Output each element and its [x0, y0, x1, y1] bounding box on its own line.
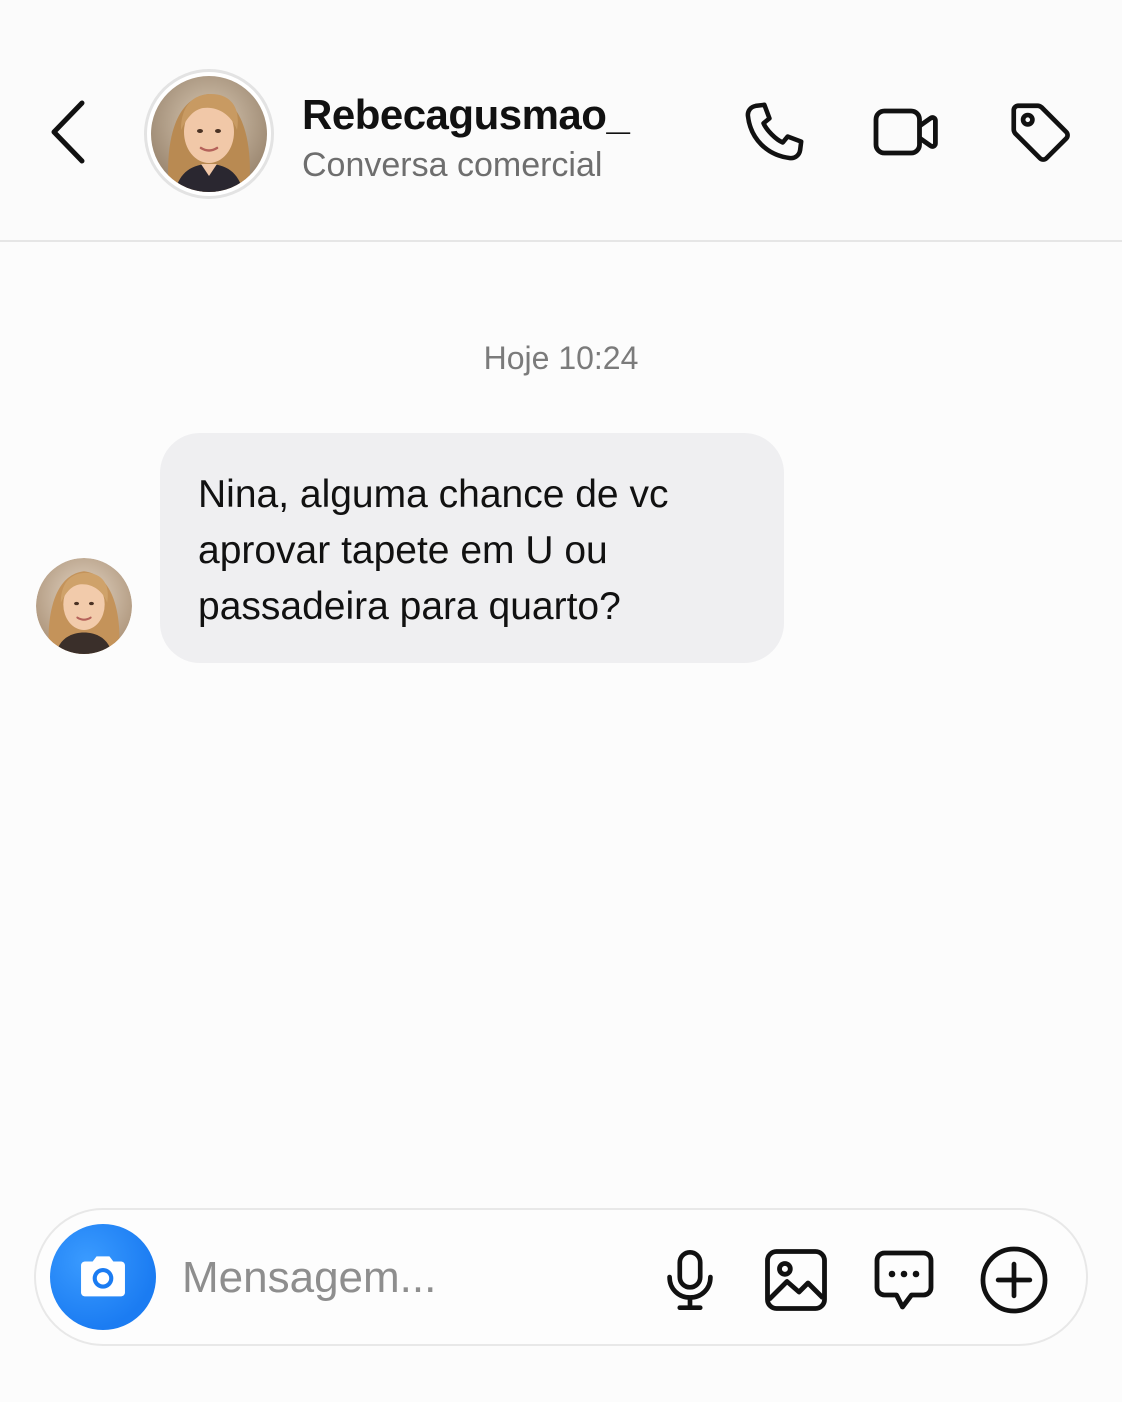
microphone-icon: [667, 1249, 713, 1311]
chat-header: Rebecagusmao_ Conversa comercial: [0, 0, 1122, 242]
tag-icon: [1011, 103, 1070, 162]
image-icon: [765, 1249, 827, 1311]
profile-photo: [151, 76, 267, 192]
camera-button[interactable]: [50, 1224, 156, 1330]
video-camera-icon: [873, 108, 938, 156]
message-composer: [34, 1208, 1088, 1346]
video-call-button[interactable]: [870, 96, 942, 168]
message-dots-icon: [874, 1250, 934, 1310]
chat-subtitle: Conversa comercial: [302, 146, 603, 184]
more-options-button[interactable]: [976, 1242, 1052, 1318]
incoming-message-bubble[interactable]: Nina, alguma chance de vc aprovar tapete…: [160, 433, 784, 663]
chat-screen: Rebecagusmao_ Conversa comercial Hoje 10…: [0, 0, 1122, 1402]
gallery-button[interactable]: [758, 1242, 834, 1318]
profile-photo: [36, 558, 132, 654]
back-chevron-icon: [51, 100, 85, 164]
voice-call-button[interactable]: [738, 96, 810, 168]
contact-username: Rebecagusmao_: [302, 91, 630, 138]
camera-icon: [81, 1256, 125, 1297]
message-input[interactable]: [182, 1248, 642, 1308]
contact-title-block[interactable]: Rebecagusmao_ Conversa comercial: [302, 90, 722, 186]
back-button[interactable]: [38, 92, 98, 172]
voice-message-button[interactable]: [652, 1242, 728, 1318]
plus-circle-icon: [980, 1246, 1048, 1314]
phone-icon: [745, 102, 804, 161]
sender-avatar[interactable]: [36, 558, 132, 654]
chat-timestamp: Hoje 10:24: [483, 340, 639, 376]
sticker-message-button[interactable]: [866, 1242, 942, 1318]
tag-button[interactable]: [1004, 96, 1076, 168]
contact-avatar[interactable]: [144, 69, 274, 199]
